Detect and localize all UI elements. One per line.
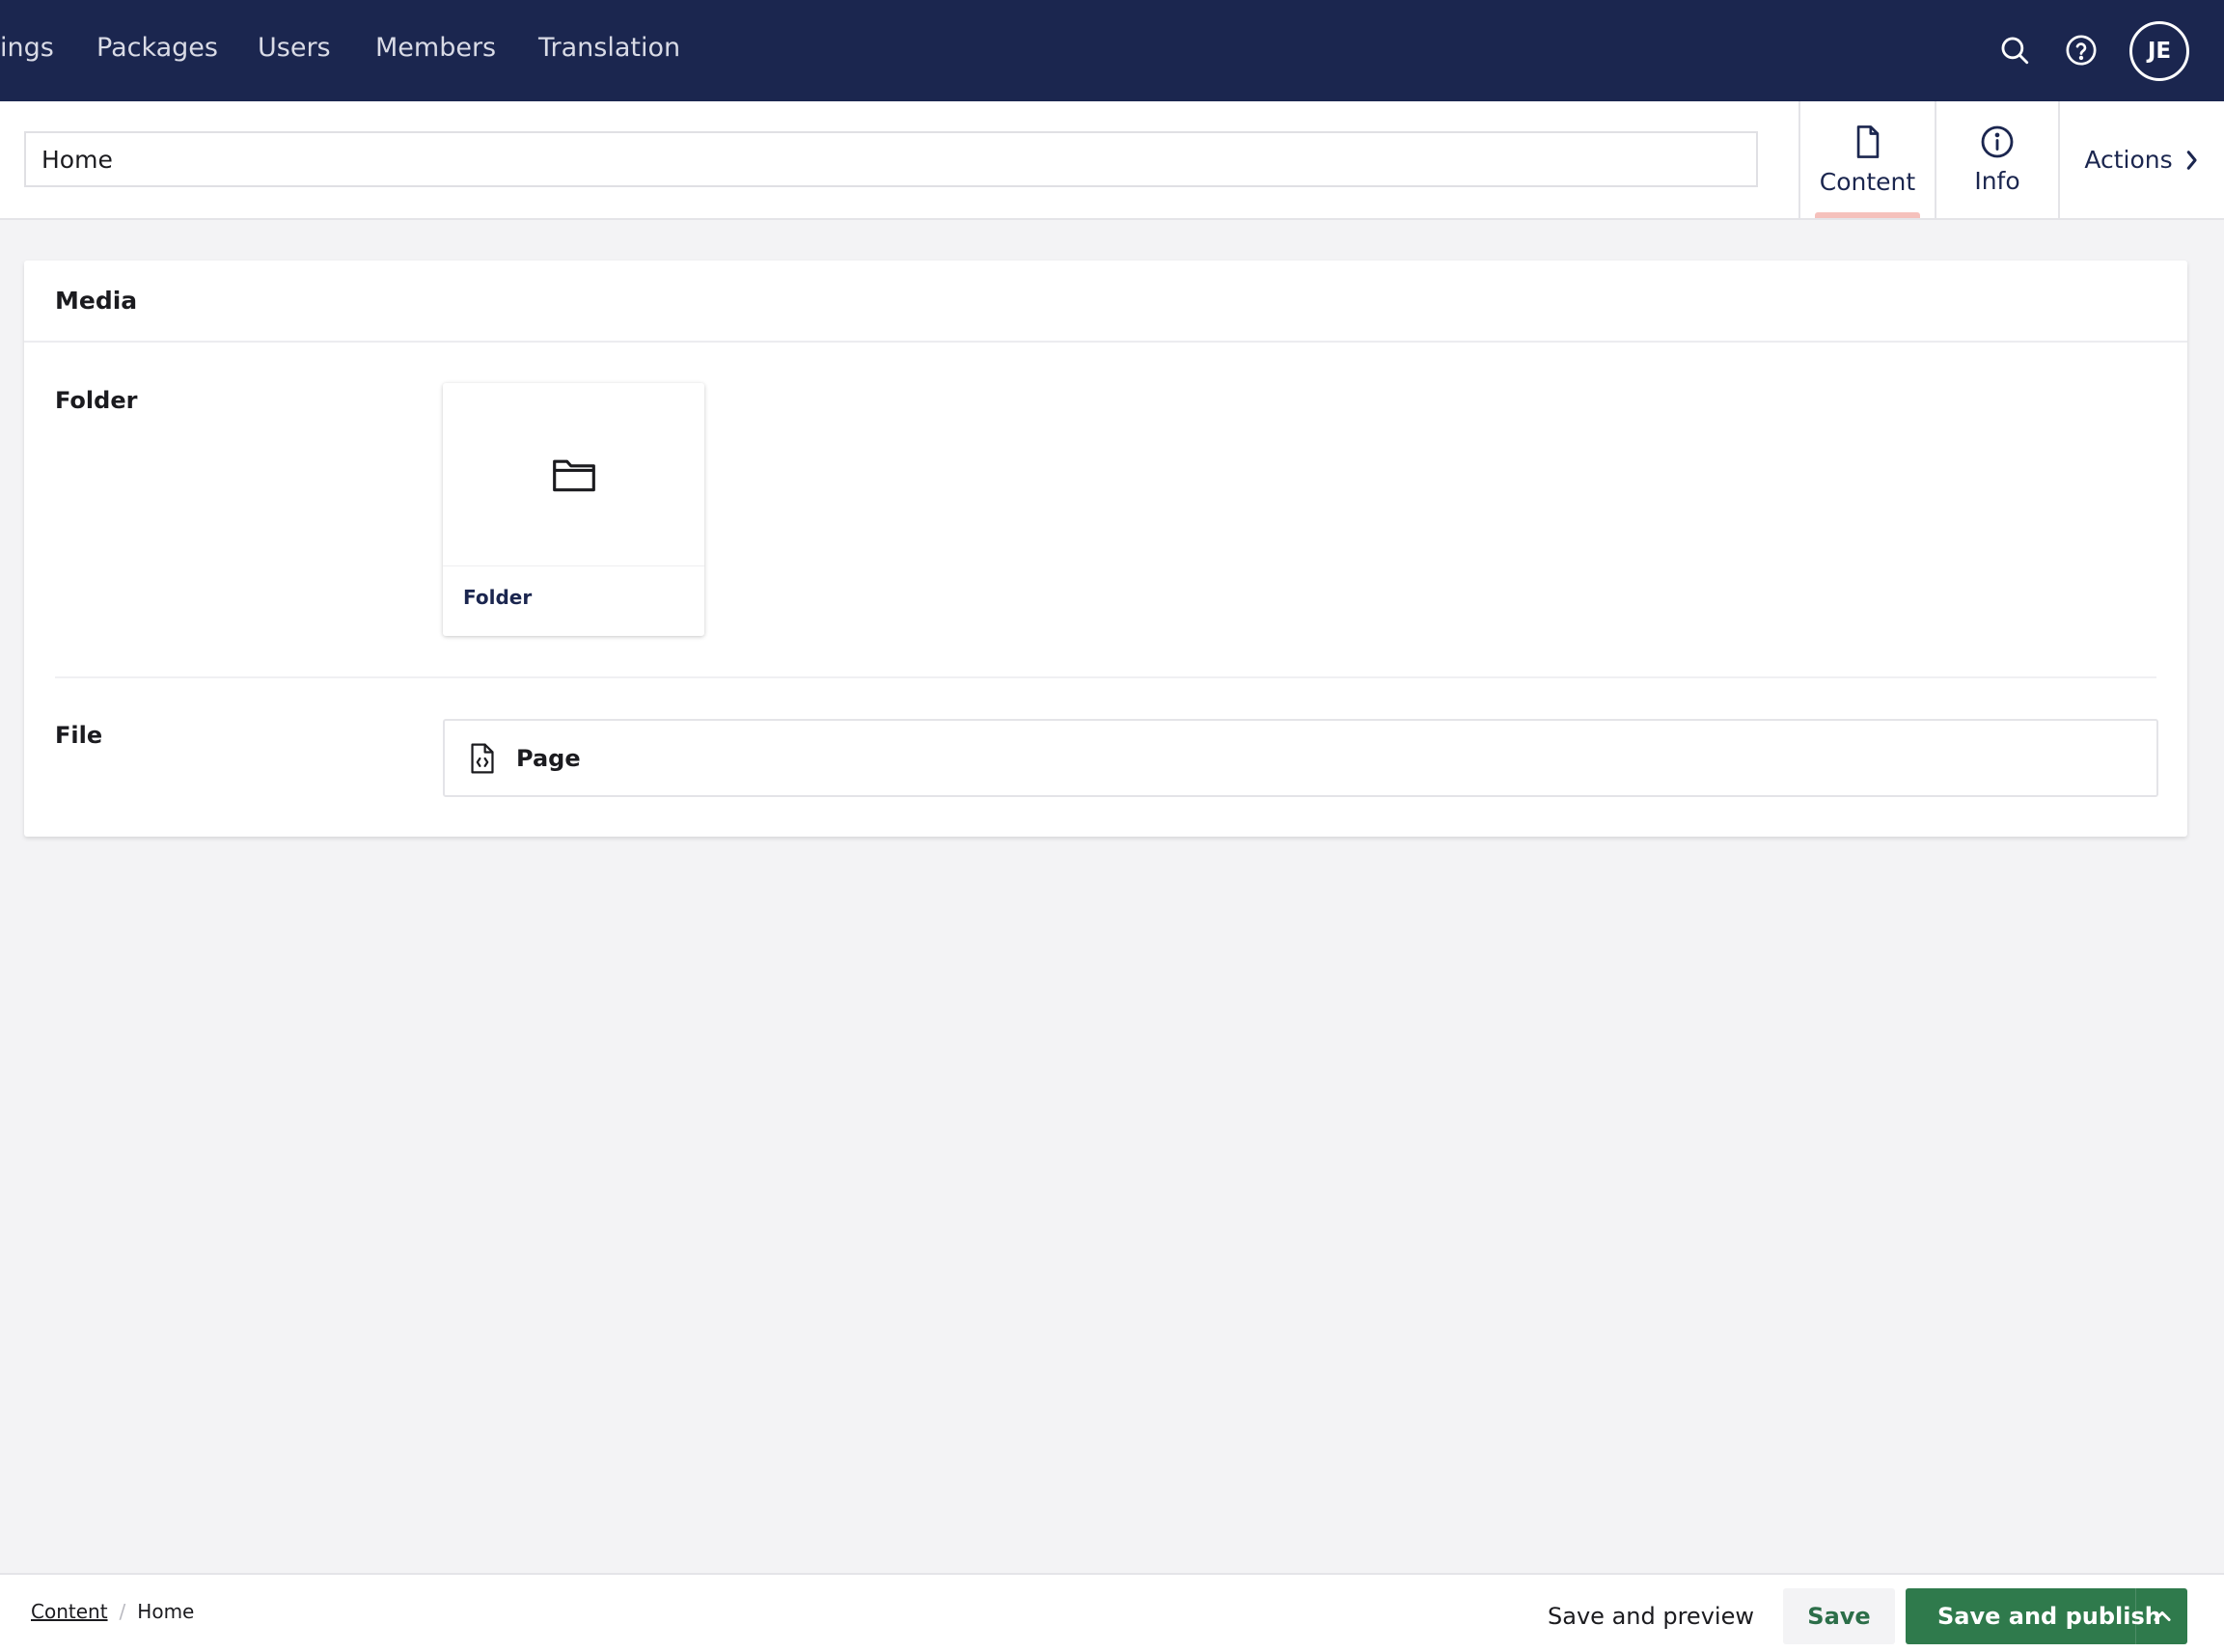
document-name-input[interactable]	[24, 131, 1758, 187]
save-and-preview-button[interactable]: Save and preview	[1544, 1588, 1758, 1644]
code-file-icon	[471, 743, 494, 773]
chevron-up-icon	[2153, 1611, 2171, 1621]
breadcrumb-separator: /	[119, 1600, 126, 1623]
editor-footer: Content / Home Save and preview Save Sav…	[0, 1573, 2224, 1652]
actions-button[interactable]: Actions	[2058, 101, 2224, 218]
file-name: Page	[516, 744, 581, 772]
nav-item-translation[interactable]: Translation	[538, 33, 680, 63]
breadcrumb: Content / Home	[31, 1600, 194, 1623]
tab-info-label: Info	[1974, 167, 2020, 195]
top-navigation: ings Packages Users Members Translation …	[0, 0, 2224, 101]
help-button[interactable]	[2062, 31, 2100, 69]
actions-label: Actions	[2084, 146, 2173, 174]
tab-content[interactable]: Content	[1798, 101, 1935, 218]
property-divider	[55, 676, 2156, 678]
folder-icon	[552, 459, 595, 491]
nav-item-users[interactable]: Users	[258, 33, 331, 63]
chevron-right-icon	[2186, 150, 2197, 170]
user-avatar[interactable]: JE	[2129, 21, 2189, 81]
search-button[interactable]	[1995, 31, 2034, 69]
tab-content-label: Content	[1819, 168, 1916, 196]
media-group-card: Media Folder Folder File Page	[24, 261, 2187, 837]
breadcrumb-current: Home	[137, 1600, 195, 1623]
media-thumbnail	[443, 383, 704, 566]
publish-options-toggle[interactable]	[2135, 1588, 2187, 1644]
file-picker-item[interactable]: Page	[443, 719, 2158, 797]
save-button[interactable]: Save	[1783, 1588, 1895, 1644]
nav-item-packages[interactable]: Packages	[96, 33, 218, 63]
document-icon	[1856, 125, 1879, 158]
save-and-publish-label: Save and publish	[1937, 1603, 2161, 1630]
media-item-folder[interactable]: Folder	[443, 383, 704, 636]
group-title: Media	[24, 261, 2187, 343]
nav-item-settings[interactable]: ings	[0, 33, 54, 63]
info-icon	[1981, 125, 2014, 158]
property-label-file: File	[55, 722, 103, 749]
editor-header: Content Info Actions	[0, 101, 2224, 220]
help-icon	[2066, 35, 2097, 66]
save-and-publish-button[interactable]: Save and publish	[1906, 1588, 2187, 1644]
tab-info[interactable]: Info	[1935, 101, 2058, 218]
search-icon	[2001, 37, 2029, 65]
media-item-name: Folder	[463, 586, 533, 609]
active-tab-indicator	[1815, 212, 1920, 218]
nav-item-members[interactable]: Members	[375, 33, 496, 63]
property-label-folder: Folder	[55, 387, 138, 414]
breadcrumb-link-content[interactable]: Content	[31, 1600, 108, 1623]
